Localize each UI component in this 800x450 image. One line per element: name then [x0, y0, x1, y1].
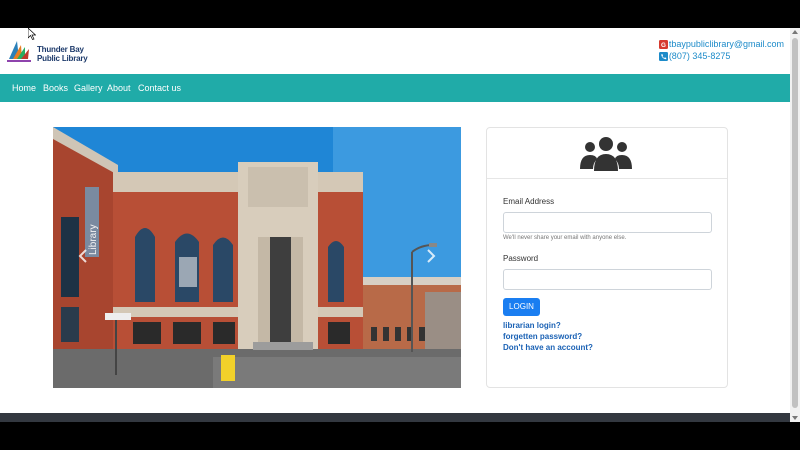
- logo-line-1: Thunder Bay: [37, 45, 84, 54]
- logo-line-2: Public Library: [37, 54, 88, 63]
- scrollbar-thumb[interactable]: [792, 38, 798, 408]
- contact-phone-row: (807) 345-8275: [658, 50, 784, 62]
- create-account-link[interactable]: Don't have an account?: [503, 343, 593, 352]
- gmail-icon: G: [658, 39, 668, 49]
- contact-phone: (807) 345-8275: [668, 51, 731, 61]
- email-label: Email Address: [503, 197, 555, 206]
- users-icon: [580, 137, 632, 171]
- carousel-prev-icon[interactable]: [78, 249, 88, 263]
- contact-email[interactable]: tbaypubliclibrary@gmail.com: [669, 38, 784, 50]
- nav-home[interactable]: Home: [12, 83, 36, 93]
- nav-gallery[interactable]: Gallery: [74, 83, 103, 93]
- forgotten-password-link[interactable]: forgetten password?: [503, 332, 582, 341]
- main-navbar: Home Books Gallery About Contact us: [0, 74, 790, 102]
- email-help-text: We'll never share your email with anyone…: [503, 235, 627, 241]
- carousel-next-icon[interactable]: [426, 249, 436, 263]
- library-building-photo: Library: [53, 127, 461, 388]
- browser-viewport: Thunder Bay Public Library G tbaypublicl…: [0, 28, 790, 422]
- password-input[interactable]: [503, 269, 712, 290]
- svg-text:G: G: [661, 41, 666, 48]
- nav-books[interactable]: Books: [43, 83, 68, 93]
- library-logo-text: Thunder Bay Public Library: [37, 45, 88, 63]
- scroll-down-icon[interactable]: [792, 416, 798, 420]
- hero-carousel[interactable]: Library: [53, 127, 461, 388]
- site-header: Thunder Bay Public Library G tbaypublicl…: [0, 28, 790, 74]
- card-divider: [487, 178, 727, 179]
- site-footer: [0, 413, 790, 422]
- librarian-login-link[interactable]: librarian login?: [503, 321, 561, 330]
- email-input[interactable]: [503, 212, 712, 233]
- nav-contact-us[interactable]: Contact us: [138, 83, 181, 93]
- building-sign-text: Library: [88, 224, 99, 255]
- login-card: Email Address We'll never share your ema…: [486, 127, 728, 388]
- library-logo[interactable]: Thunder Bay Public Library: [7, 35, 97, 65]
- nav-about[interactable]: About: [107, 83, 131, 93]
- password-label: Password: [503, 254, 539, 263]
- phone-icon: [658, 51, 668, 61]
- mouse-cursor-icon: [28, 28, 36, 40]
- contact-info: G tbaypubliclibrary@gmail.com (807) 345-…: [658, 38, 784, 62]
- contact-email-row[interactable]: G tbaypubliclibrary@gmail.com: [658, 38, 784, 50]
- login-button[interactable]: LOGIN: [503, 298, 540, 316]
- page-scrollbar[interactable]: [790, 28, 800, 422]
- letterbox-bottom: [0, 422, 800, 450]
- scroll-up-icon[interactable]: [792, 30, 798, 34]
